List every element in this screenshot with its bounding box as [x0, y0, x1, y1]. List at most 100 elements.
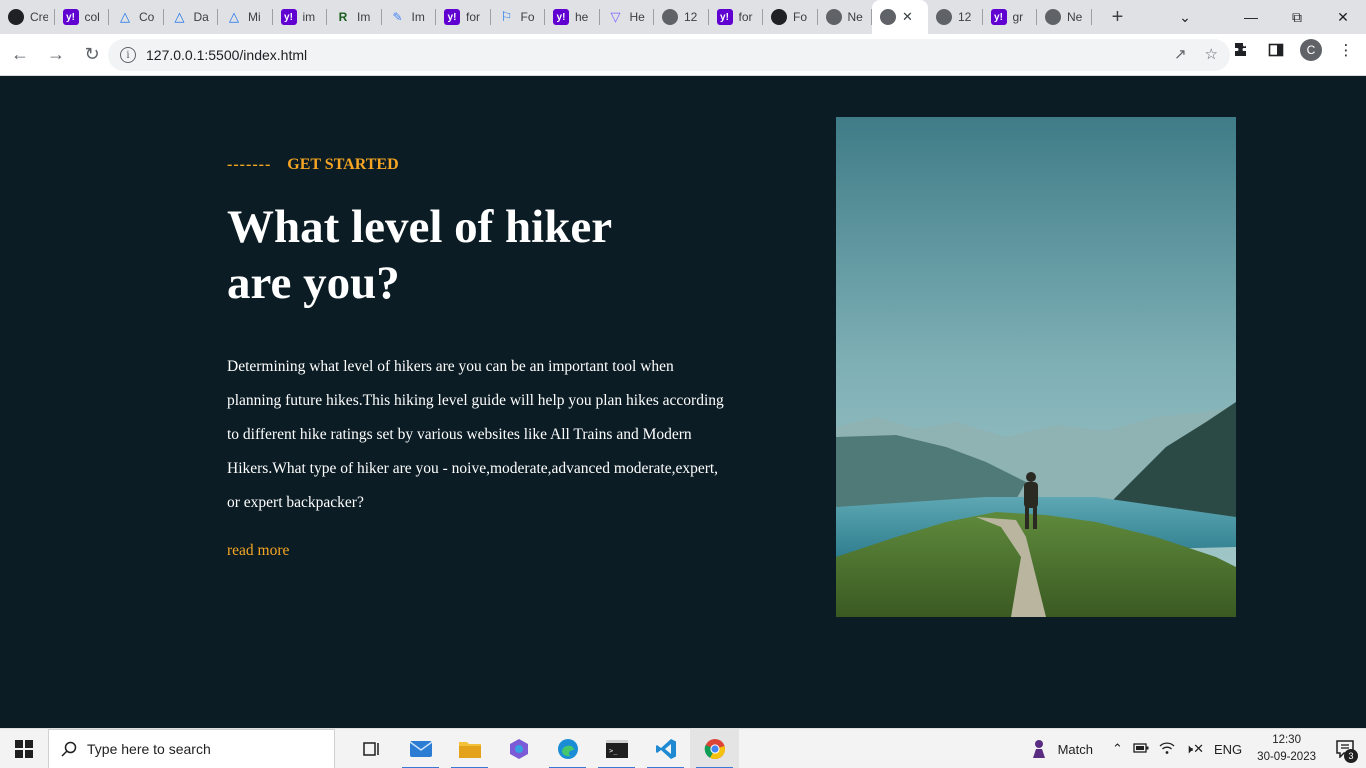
browser-tab[interactable]: ⚐ Fo: [491, 0, 545, 34]
edge-icon[interactable]: [543, 729, 592, 768]
share-icon[interactable]: ↗: [1174, 45, 1187, 63]
browser-tab[interactable]: Cre: [0, 0, 55, 34]
news-label: Match: [1057, 741, 1093, 757]
tab-strip: Cre y! col △ Co △ Da △ Mi y! im R Im ✎ Im y! for ⚐ Fo y! he ▽…: [0, 0, 1366, 34]
battery-icon[interactable]: [1133, 742, 1149, 757]
extensions-puzzle-icon[interactable]: [1232, 40, 1252, 60]
tab-title: Co: [139, 10, 155, 24]
svg-text:>_: >_: [609, 747, 618, 755]
side-panel-icon[interactable]: [1266, 40, 1286, 60]
notification-center-icon[interactable]: 3: [1330, 729, 1360, 768]
restore-button[interactable]: ⧉: [1274, 0, 1320, 34]
browser-toolbar: ← → ↻ i 127.0.0.1:5500/index.html ↗ ☆ C …: [0, 34, 1366, 76]
read-more-link[interactable]: read more: [227, 542, 289, 560]
minimize-button[interactable]: —: [1228, 0, 1274, 34]
chrome-icon[interactable]: [690, 728, 739, 768]
vscode-icon[interactable]: [641, 729, 690, 768]
tab-title: Ne: [1067, 10, 1083, 24]
globe-icon: [1045, 9, 1061, 25]
notification-badge: 3: [1344, 749, 1358, 763]
close-tab-icon[interactable]: ✕: [902, 9, 913, 25]
new-tab-button[interactable]: +: [1100, 0, 1136, 34]
browser-tab[interactable]: 12: [654, 0, 709, 34]
mail-icon[interactable]: [396, 729, 445, 768]
more-menu-icon[interactable]: ⋮: [1336, 40, 1356, 60]
tab-title: Fo: [520, 10, 535, 24]
kicker: ------- GET STARTED: [227, 156, 399, 174]
taskbar-search-input[interactable]: Type here to search: [48, 728, 335, 768]
yahoo-icon: y!: [716, 9, 733, 25]
kicker-text: GET STARTED: [287, 156, 399, 173]
browser-tab[interactable]: y! col: [55, 0, 109, 34]
browser-tab[interactable]: 12: [928, 0, 983, 34]
dark-icon: [771, 9, 787, 25]
tab-title: im: [302, 10, 316, 24]
tab-title: gr: [1012, 10, 1024, 24]
tab-title: for: [466, 10, 481, 24]
news-widget[interactable]: Match: [1028, 738, 1093, 760]
browser-tab[interactable]: ✎ Im: [382, 0, 436, 34]
description-text: Determining what level of hikers are you…: [227, 358, 724, 511]
show-hidden-icons-chevron-icon[interactable]: ⌃: [1112, 741, 1123, 757]
copilot-icon[interactable]: [494, 729, 543, 768]
browser-tab[interactable]: △ Co: [109, 0, 164, 34]
clock-date: 30-09-2023: [1257, 751, 1316, 763]
tab-title: 12: [958, 10, 972, 24]
search-placeholder: Type here to search: [87, 740, 211, 757]
profile-avatar[interactable]: C: [1300, 39, 1322, 61]
tab-title: he: [575, 10, 589, 24]
wifi-icon[interactable]: [1159, 741, 1175, 758]
browser-tab[interactable]: Ne: [818, 0, 872, 34]
browser-tab[interactable]: y! he: [545, 0, 600, 34]
yahoo-icon: y!: [280, 9, 297, 25]
browser-tab[interactable]: △ Da: [164, 0, 218, 34]
globe-icon: [662, 9, 678, 25]
browser-tab[interactable]: Ne: [1037, 0, 1092, 34]
tab-title: Im: [411, 10, 425, 24]
tab-search-chevron-icon[interactable]: ⌄: [1162, 0, 1208, 34]
browser-tab[interactable]: R Im: [327, 0, 382, 34]
reload-button[interactable]: ↻: [76, 39, 108, 71]
url-text[interactable]: 127.0.0.1:5500/index.html: [146, 47, 307, 63]
browser-tab[interactable]: y! im: [273, 0, 327, 34]
tab-title: 12: [684, 10, 698, 24]
globe-icon: [825, 9, 842, 25]
file-explorer-icon[interactable]: [445, 729, 494, 768]
browser-tab[interactable]: Fo: [763, 0, 818, 34]
back-button[interactable]: ←: [4, 39, 36, 71]
forward-button[interactable]: →: [40, 39, 72, 71]
search-icon: [61, 741, 77, 757]
site-info-icon[interactable]: i: [120, 47, 136, 63]
triangle-icon: △: [120, 9, 130, 24]
bookmark-star-icon[interactable]: ☆: [1205, 45, 1218, 63]
close-window-button[interactable]: ✕: [1320, 0, 1366, 34]
clock-time: 12:30: [1272, 734, 1301, 746]
clock[interactable]: 12:30 30-09-2023: [1257, 732, 1316, 766]
tab-title: Da: [193, 10, 209, 24]
tab-title: Fo: [793, 10, 808, 24]
yahoo-icon: y!: [553, 9, 569, 25]
tab-active[interactable]: ✕: [872, 0, 928, 34]
browser-tab[interactable]: ▽ He: [600, 0, 654, 34]
page-title: What level of hiker are you?: [227, 201, 612, 309]
browser-tab[interactable]: △ Mi: [218, 0, 273, 34]
windows-start-icon[interactable]: [0, 729, 48, 768]
address-bar[interactable]: i 127.0.0.1:5500/index.html ↗ ☆: [108, 39, 1230, 71]
globe-icon: [936, 9, 952, 25]
task-view-icon[interactable]: [347, 729, 396, 768]
volume-muted-icon[interactable]: 🕨✕: [1185, 741, 1204, 757]
browser-tab[interactable]: y! gr: [983, 0, 1037, 34]
terminal-icon[interactable]: >_: [592, 729, 641, 768]
tab-title: He: [629, 10, 645, 24]
window-controls: ⌄ — ⧉ ✕: [1162, 0, 1366, 34]
yahoo-icon: y!: [444, 9, 460, 25]
browser-tab[interactable]: y! for: [436, 0, 491, 34]
tab-title: for: [738, 10, 753, 24]
kicker-dash: -------: [227, 156, 272, 173]
rr-icon: R: [338, 10, 348, 24]
tab-title: Mi: [248, 10, 261, 24]
tab-title: col: [84, 10, 100, 24]
browser-tab[interactable]: y! for: [709, 0, 763, 34]
language-indicator[interactable]: ENG: [1214, 742, 1242, 757]
tab-separator: [1090, 9, 1092, 25]
